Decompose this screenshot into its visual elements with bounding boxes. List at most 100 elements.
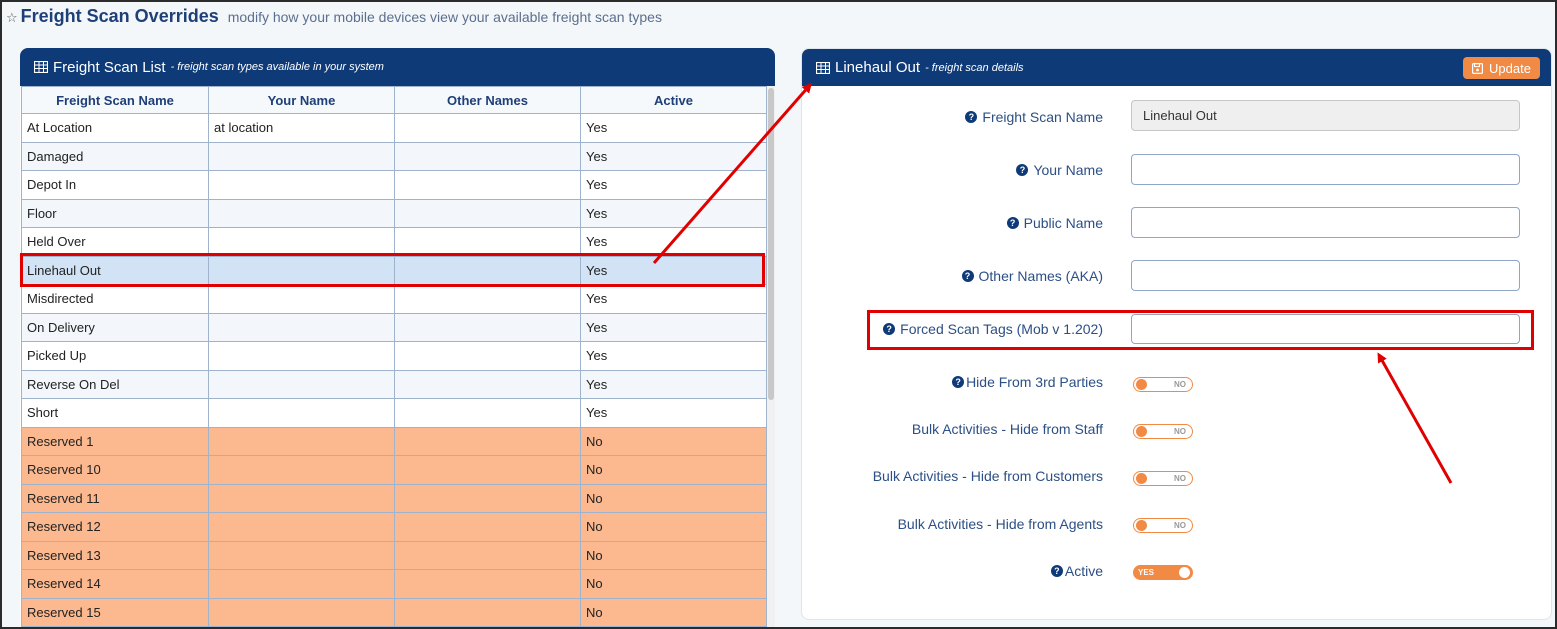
other-names-label: ? Other Names (AKA) (961, 261, 1103, 291)
table-row[interactable]: Short Yes (21, 398, 767, 428)
table-cell-other-names (394, 512, 581, 542)
public-name-field[interactable] (1131, 207, 1520, 238)
table-cell-other-names (394, 284, 581, 314)
table-cell-name: Damaged (21, 141, 209, 171)
table-cell-other-names (394, 227, 581, 257)
table-row[interactable]: Reserved 14 No (21, 569, 767, 599)
table-cell-your-name (208, 597, 395, 627)
table-cell-name: Floor (21, 198, 209, 228)
column-header-your-name[interactable]: Your Name (208, 86, 395, 114)
table-cell-name: Reserved 12 (21, 512, 209, 542)
table-row[interactable]: Depot In Yes (21, 170, 767, 200)
table-cell-active: No (580, 540, 767, 570)
active-toggle[interactable]: YES (1133, 565, 1193, 580)
public-name-label: ? Public Name (1006, 208, 1103, 238)
table-cell-name: Reserved 10 (21, 455, 209, 485)
column-header-freight-scan-name[interactable]: Freight Scan Name (21, 86, 209, 114)
forced-scan-tags-field[interactable] (1131, 314, 1520, 344)
table-cell-other-names (394, 255, 581, 285)
detail-panel-header: Linehaul Out - freight scan details Upda… (802, 49, 1551, 86)
table-row[interactable]: Reverse On Del Yes (21, 369, 767, 399)
table-row[interactable]: Reserved 15 No (21, 597, 767, 627)
table-cell-other-names (394, 540, 581, 570)
question-circle-icon[interactable]: ? (952, 376, 965, 388)
toggle-knob (1136, 426, 1147, 437)
table-header-row: Freight Scan Name Your Name Other Names … (21, 86, 767, 114)
table-row[interactable]: Damaged Yes (21, 141, 767, 171)
other-names-field[interactable] (1131, 260, 1520, 291)
toggle-knob (1136, 473, 1147, 484)
forced-scan-tags-label: ? Forced Scan Tags (Mob v 1.202) (883, 314, 1103, 344)
scrollbar-thumb[interactable] (768, 88, 774, 400)
question-circle-icon[interactable]: ? (965, 111, 978, 123)
table-cell-active: Yes (580, 341, 767, 371)
list-panel-subtitle: - freight scan types available in your s… (170, 61, 384, 73)
update-button[interactable]: Update (1463, 57, 1540, 79)
column-header-active[interactable]: Active (580, 86, 767, 114)
column-header-other-names[interactable]: Other Names (394, 86, 581, 114)
question-circle-icon[interactable]: ? (1016, 164, 1029, 176)
toggle-knob (1136, 379, 1147, 390)
table-cell-other-names (394, 369, 581, 399)
question-circle-icon[interactable]: ? (1050, 565, 1063, 577)
table-row[interactable]: Linehaul Out Yes (21, 255, 767, 285)
table-cell-your-name (208, 255, 395, 285)
your-name-field[interactable] (1131, 154, 1520, 185)
table-cell-active: No (580, 426, 767, 456)
bulk-hide-staff-toggle[interactable]: NO (1133, 424, 1193, 439)
other-names-label-text: Other Names (AKA) (978, 268, 1103, 284)
table-cell-active: Yes (580, 312, 767, 342)
table-row[interactable]: Picked Up Yes (21, 341, 767, 371)
table-row[interactable]: Reserved 1 No (21, 426, 767, 456)
table-row[interactable]: Misdirected Yes (21, 284, 767, 314)
table-scrollbar[interactable] (767, 86, 775, 627)
question-circle-icon[interactable]: ? (961, 270, 974, 282)
active-label: ? Active (1050, 556, 1103, 586)
hide-3rd-parties-toggle[interactable]: NO (1133, 377, 1193, 392)
table-row[interactable]: On Delivery Yes (21, 312, 767, 342)
table-cell-active: Yes (580, 284, 767, 314)
table-row[interactable]: Reserved 12 No (21, 512, 767, 542)
detail-panel-subtitle: - freight scan details (925, 61, 1024, 74)
table-cell-active: No (580, 483, 767, 513)
save-icon (1472, 62, 1484, 74)
table-row[interactable]: At Location at location Yes (21, 113, 767, 143)
toggle-state-label: NO (1174, 427, 1186, 436)
bulk-hide-staff-label: Bulk Activities - Hide from Staff (911, 421, 1103, 437)
table-cell-active: Yes (580, 113, 767, 143)
bulk-hide-agents-toggle[interactable]: NO (1133, 518, 1193, 533)
bulk-hide-customers-label: Bulk Activities - Hide from Customers (872, 468, 1103, 484)
table-cell-active: No (580, 455, 767, 485)
table-cell-other-names (394, 455, 581, 485)
table-row[interactable]: Floor Yes (21, 198, 767, 228)
table-row[interactable]: Reserved 13 No (21, 540, 767, 570)
table-cell-other-names (394, 141, 581, 171)
table-cell-other-names (394, 113, 581, 143)
table-cell-name: Reserved 1 (21, 426, 209, 456)
question-circle-icon[interactable]: ? (1006, 217, 1019, 229)
table-row[interactable]: Held Over Yes (21, 227, 767, 257)
page-subtitle: modify how your mobile devices view your… (227, 9, 662, 25)
table-row[interactable]: Reserved 11 No (21, 483, 767, 513)
table-cell-name: Reserved 13 (21, 540, 209, 570)
question-circle-icon[interactable]: ? (883, 323, 896, 335)
table-cell-active: Yes (580, 369, 767, 399)
table-cell-your-name (208, 341, 395, 371)
table-cell-active: No (580, 569, 767, 599)
table-cell-name: Reserved 11 (21, 483, 209, 513)
star-icon[interactable]: ☆ (6, 10, 18, 26)
table-row[interactable]: Reserved 10 No (21, 455, 767, 485)
table-cell-name: Reverse On Del (21, 369, 209, 399)
table-cell-your-name: at location (208, 113, 395, 143)
detail-panel-title: Linehaul Out (835, 59, 921, 76)
table-cell-your-name (208, 369, 395, 399)
table-cell-name: On Delivery (21, 312, 209, 342)
active-label-text: Active (1064, 563, 1103, 579)
bulk-hide-customers-toggle[interactable]: NO (1133, 471, 1193, 486)
table-cell-name: Picked Up (21, 341, 209, 371)
table-cell-your-name (208, 141, 395, 171)
table-cell-active: Yes (580, 255, 767, 285)
page-header: ☆ Freight Scan Overrides modify how your… (6, 6, 662, 30)
table-cell-active: Yes (580, 398, 767, 428)
toggle-knob (1136, 520, 1147, 531)
